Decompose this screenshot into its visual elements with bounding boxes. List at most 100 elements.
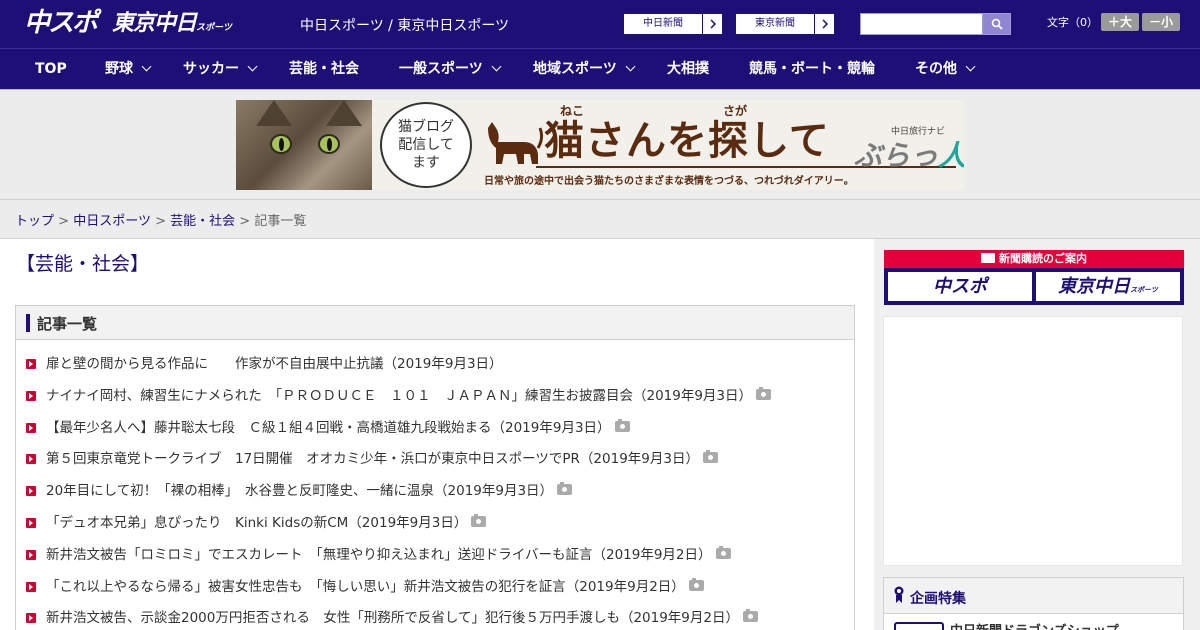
font-size-label: 文字（0） (1047, 16, 1098, 29)
article-link[interactable]: 扉と壁の間から見る作品に 作家が不自由展中止抗議（2019年9月3日） (46, 356, 503, 372)
font-smaller-button[interactable]: －小 (1142, 13, 1180, 31)
nav-label: 一般スポーツ (399, 61, 483, 77)
cat-silhouette-icon (488, 122, 544, 164)
ribbon-icon (894, 586, 904, 603)
site-names: 中日スポーツ / 東京中日スポーツ (300, 18, 510, 34)
bullet-arrow-icon (26, 359, 36, 369)
nav-item-baseball[interactable]: 野球 (105, 49, 152, 91)
subscription-box[interactable]: 新聞購読のご案内 中スポ 東京中日スポーツ (884, 250, 1184, 305)
tokyo-chunichi-logo[interactable]: 東京中日スポーツ (112, 10, 232, 42)
camera-icon (702, 450, 718, 464)
brand-accent: 人 (938, 139, 964, 172)
site-header: 中スポ 東京中日スポーツ 中日スポーツ / 東京中日スポーツ 中日新聞 東京新聞… (0, 0, 1200, 48)
tokyo-shimbun-button[interactable]: 東京新聞 (734, 13, 836, 35)
subscribe-tokyo-button[interactable]: 東京中日スポーツ (1036, 272, 1180, 301)
cat-eye (318, 134, 340, 154)
nav-item-other[interactable]: その他 (915, 49, 976, 91)
nav-item-racing[interactable]: 競馬・ボート・競輪 (749, 49, 875, 91)
article-item[interactable]: 新井浩文被告「ロミロミ」でエスカレート 「無理やり抑え込まれ」送迎ドライバーも証… (16, 543, 854, 575)
font-bigger-button[interactable]: ＋大 (1101, 13, 1139, 31)
cat-eye (270, 134, 292, 154)
nav-label: サッカー (183, 61, 239, 77)
heading-accent-bar (26, 314, 30, 332)
feature-header: 企画特集 (884, 578, 1183, 614)
article-item[interactable]: 新井浩文被告、示談金2000万円拒否される 女性「刑務所で反省して」犯行後５万円… (16, 606, 854, 630)
bullet-arrow-icon (26, 581, 36, 592)
bullet-arrow-icon (26, 517, 36, 528)
article-list: 扉と壁の間から見る作品に 作家が不自由展中止抗議（2019年9月3日） ナイナイ岡… (16, 340, 854, 630)
article-item[interactable]: ナイナイ岡村、練習生にナメられた 「ＰＲＯＤＵＣＥ １０１ ＪＡＰＡＮ」練習生お… (16, 384, 854, 416)
breadcrumb-link-entertainment[interactable]: 芸能・社会 (170, 214, 235, 229)
divider (0, 199, 1200, 200)
article-item[interactable]: 第５回東京竜党トークライブ 17日開催 オオカミ少年・浜口が東京中日スポーツでP… (16, 447, 854, 479)
nav-item-soccer[interactable]: サッカー (183, 49, 258, 91)
cat-ear (256, 100, 292, 126)
article-list-header: 記事一覧 (16, 306, 854, 340)
nav-item-local-sports[interactable]: 地域スポーツ (533, 49, 636, 91)
chevron-down-icon (625, 61, 636, 72)
cat-photo (236, 100, 372, 190)
article-item[interactable]: 【最年少名人へ】藤井聡太七段 Ｃ級１組４回戦・高橋道雄九段戦始まる（2019年9… (16, 416, 854, 448)
chuspo-logo[interactable]: 中スポ (24, 9, 98, 37)
search-input[interactable] (860, 13, 983, 35)
article-link[interactable]: 「これ以上やるなら帰る」被害女性忠告も 「悔しい思い」新井浩文被告の犯行を証言（… (46, 579, 685, 595)
chevron-down-icon (491, 61, 502, 72)
ad-slot (883, 316, 1183, 566)
subscription-heading-text: 新聞購読のご案内 (999, 252, 1087, 265)
article-link[interactable]: 20年目にして初！「裸の相棒」 水谷豊と反町隆史、一緒に温泉（2019年9月3日… (46, 483, 553, 499)
bullet-arrow-icon (26, 454, 36, 465)
article-link[interactable]: 【最年少名人へ】藤井聡太七段 Ｃ級１組４回戦・高橋道雄九段戦始まる（2019年9… (46, 420, 611, 436)
brand-main: ぶらっ (854, 139, 939, 172)
nav-item-sumo[interactable]: 大相撲 (667, 49, 709, 91)
article-link[interactable]: 第５回東京竜党トークライブ 17日開催 オオカミ少年・浜口が東京中日スポーツでP… (46, 451, 699, 467)
nav-label: 野球 (105, 61, 133, 77)
article-link[interactable]: 新井浩文被告、示談金2000万円拒否される 女性「刑務所で反省して」犯行後５万円… (46, 610, 739, 626)
tokyo-logo-text: 東京中日 (112, 11, 197, 36)
feature-heading: 企画特集 (910, 591, 966, 607)
nav-item-entertainment[interactable]: 芸能・社会 (289, 49, 359, 91)
article-link[interactable]: 「デュオ本兄弟」息ぴったり Kinki Kidsの新CM（2019年9月3日） (46, 515, 467, 531)
speech-bubble: 猫ブログ配信してます (380, 102, 472, 188)
subscription-heading: 新聞購読のご案内 (884, 250, 1184, 268)
camera-icon (743, 609, 758, 623)
search-icon (991, 18, 1003, 30)
subscribe-chuspo-button[interactable]: 中スポ (888, 272, 1032, 301)
nav-item-top[interactable]: TOP (35, 49, 67, 91)
article-list-panel: 記事一覧 扉と壁の間から見る作品に 作家が不自由展中止抗議（2019年9月3日）… (15, 305, 855, 630)
article-link[interactable]: 新井浩文被告「ロミロミ」でエスカレート 「無理やり抑え込まれ」送迎ドライバーも証… (46, 547, 712, 563)
breadcrumb: トップ > 中日スポーツ > 芸能・社会 > 記事一覧 (15, 210, 306, 229)
banner-subtitle: 日常や旅の途中で出会う猫たちのさまざまな表情をつづる、つれづれダイアリー。 (484, 176, 854, 187)
cat-ear (326, 100, 362, 126)
breadcrumb-link-top[interactable]: トップ (15, 214, 54, 229)
article-item[interactable]: 「これ以上やるなら帰る」被害女性忠告も 「悔しい思い」新井浩文被告の犯行を証言（… (16, 575, 854, 607)
chevron-down-icon (247, 61, 258, 72)
chunichi-shimbun-button[interactable]: 中日新聞 (622, 13, 724, 35)
article-item[interactable]: 20年目にして初！「裸の相棒」 水谷豊と反町隆史、一緒に温泉（2019年9月3日… (16, 479, 854, 511)
article-item[interactable]: 「デュオ本兄弟」息ぴったり Kinki Kidsの新CM（2019年9月3日） (16, 511, 854, 543)
cat-blog-banner[interactable]: 猫ブログ配信してます ねこ さが 猫さんを探して 日常や旅の途中で出会う猫たちの… (236, 100, 964, 190)
chunichi-shimbun-label: 中日新聞 (623, 13, 703, 35)
chevron-right-icon (703, 13, 723, 35)
camera-icon (756, 386, 772, 400)
tokyo-shimbun-label: 東京新聞 (735, 13, 815, 35)
chevron-down-icon (141, 61, 152, 72)
newspaper-icon (981, 253, 995, 263)
breadcrumb-link-chuspo[interactable]: 中日スポーツ (73, 214, 151, 229)
camera-icon (557, 482, 573, 496)
feature-item-link[interactable]: 中日新聞ドラゴンズショップ (950, 620, 1119, 630)
article-item[interactable]: 扉と壁の間から見る作品に 作家が不自由展中止抗議（2019年9月3日） (16, 352, 854, 384)
bullet-arrow-icon (26, 422, 36, 433)
camera-icon (614, 418, 630, 432)
bullet-arrow-icon (26, 390, 36, 401)
article-link[interactable]: ナイナイ岡村、練習生にナメられた 「ＰＲＯＤＵＣＥ １０１ ＪＡＰＡＮ」練習生お… (46, 388, 752, 404)
camera-icon (688, 577, 704, 591)
feature-thumbnail[interactable] (894, 622, 944, 630)
search-button[interactable] (982, 13, 1011, 35)
divider (0, 89, 1200, 90)
tokyo-logo-small: スポーツ (196, 23, 232, 33)
brand-logo: ぶらっ人 (854, 134, 964, 174)
nav-item-general-sports[interactable]: 一般スポーツ (399, 49, 502, 91)
nav-label: その他 (915, 61, 957, 77)
page-title: 【芸能・社会】 (16, 253, 150, 275)
breadcrumb-separator: > (239, 214, 251, 229)
